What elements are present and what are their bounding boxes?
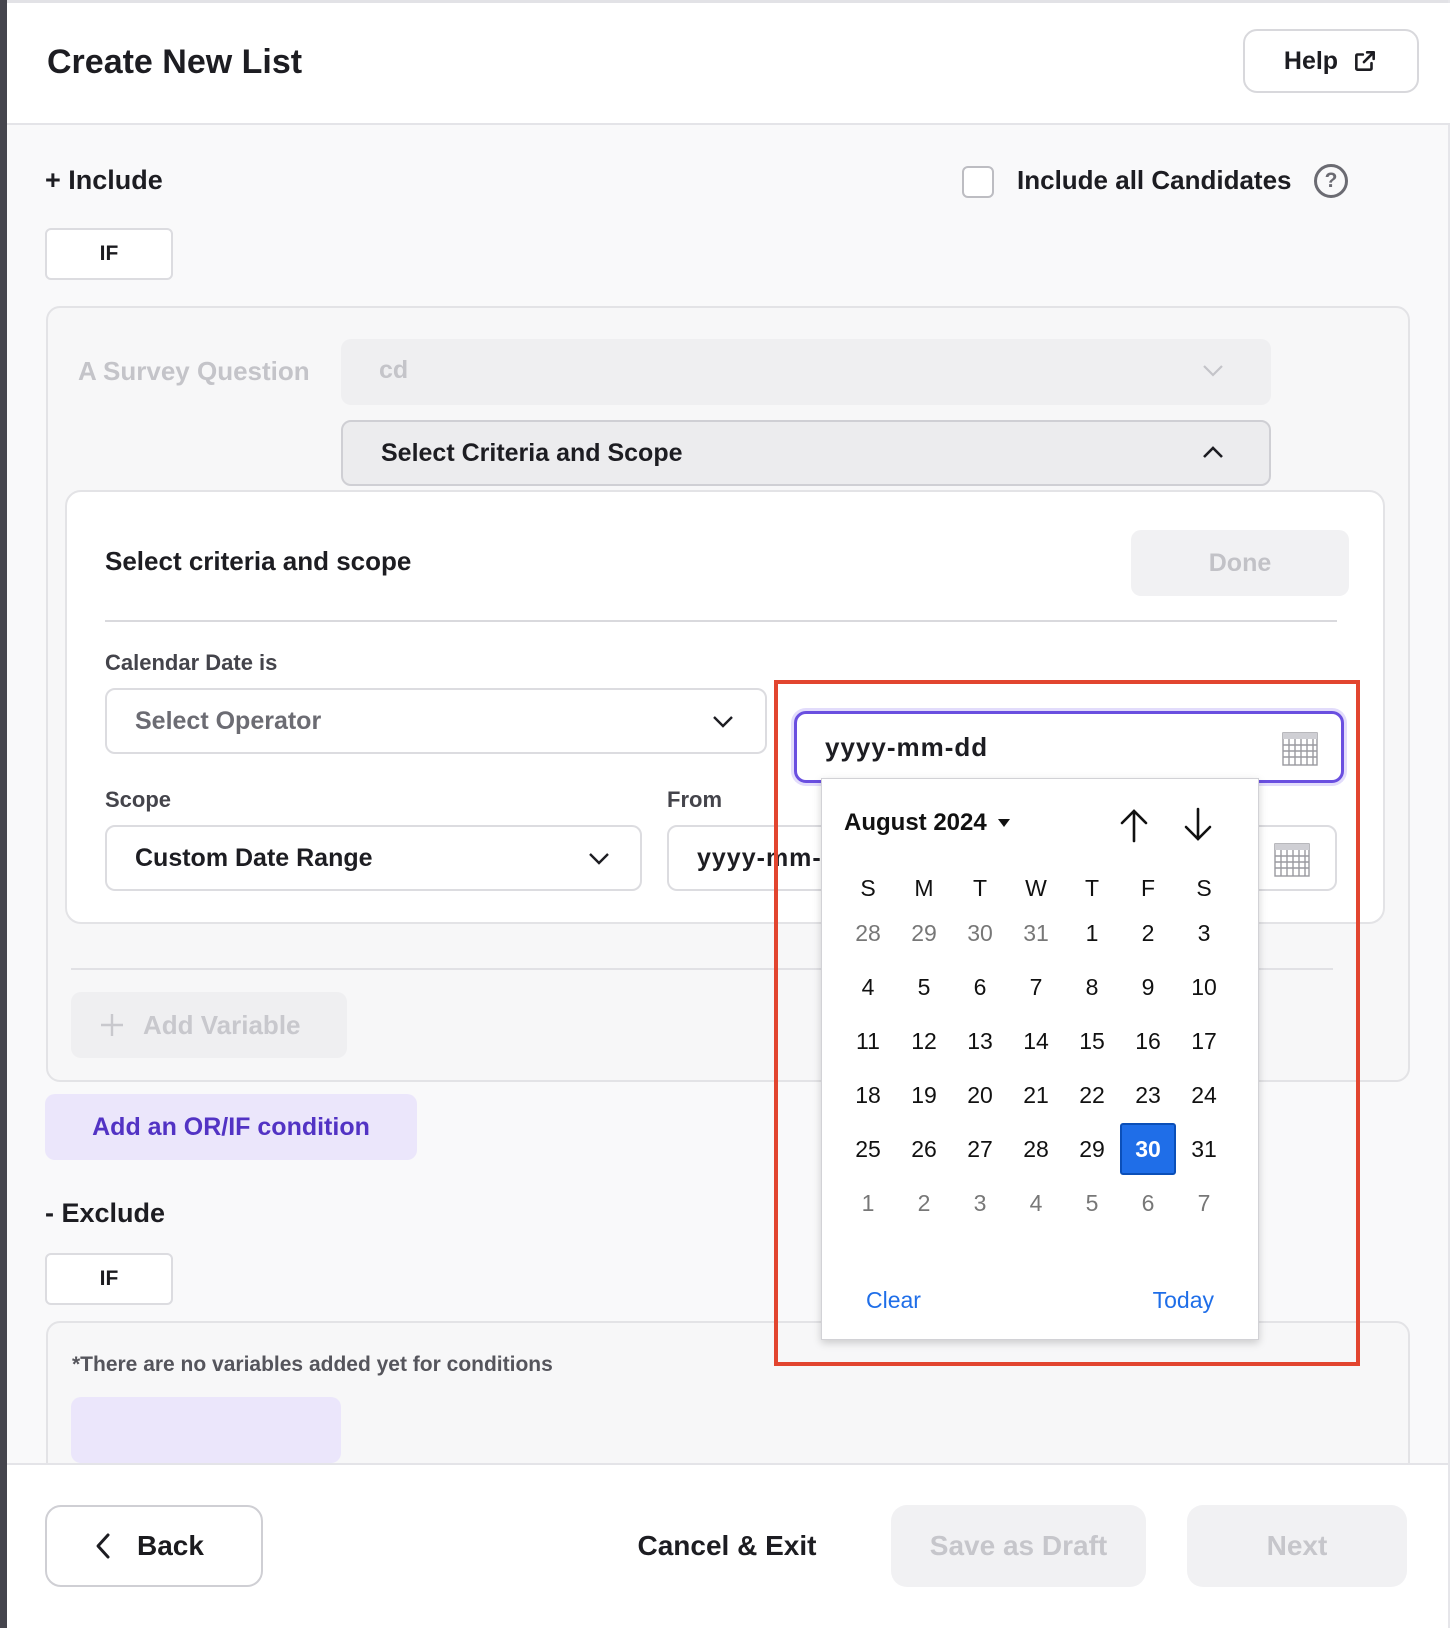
operator-placeholder: Select Operator (135, 707, 322, 735)
survey-question-select: cd (341, 339, 1271, 405)
back-button[interactable]: Back (45, 1505, 263, 1587)
scope-select[interactable]: Custom Date Range (105, 825, 642, 891)
add-or-if-condition-button[interactable]: Add an OR/IF condition (45, 1094, 417, 1160)
help-circle-icon[interactable]: ? (1314, 164, 1348, 198)
chevron-left-icon (96, 1533, 110, 1559)
survey-question-value: cd (379, 356, 409, 384)
criteria-scope-toggle-label: Select Criteria and Scope (381, 439, 683, 467)
criteria-title: Select criteria and scope (105, 546, 412, 576)
back-label: Back (137, 1530, 204, 1561)
cancel-exit-button[interactable]: Cancel & Exit (627, 1505, 827, 1587)
survey-question-label: A Survey Question (78, 356, 310, 386)
help-button[interactable]: Help (1243, 29, 1419, 93)
exclude-if-badge: IF (45, 1253, 173, 1305)
add-variable-label: Add Variable (143, 1009, 301, 1040)
criteria-scope-toggle[interactable]: Select Criteria and Scope (341, 420, 1271, 486)
chevron-down-icon (1203, 365, 1223, 377)
highlight-annotation (774, 680, 1360, 1366)
modal-footer: Back Cancel & Exit Save as Draft Next (7, 1463, 1448, 1630)
exclude-add-button[interactable] (71, 1397, 341, 1463)
done-button[interactable]: Done (1131, 530, 1349, 596)
calendar-date-label: Calendar Date is (105, 650, 278, 675)
chevron-down-icon (713, 716, 733, 728)
scope-value: Custom Date Range (135, 844, 373, 872)
plus-icon (101, 1014, 123, 1036)
modal-header: Create New List Help (7, 3, 1450, 125)
from-label: From (667, 787, 722, 812)
save-draft-button[interactable]: Save as Draft (891, 1505, 1146, 1587)
chevron-down-icon (589, 853, 609, 865)
chevron-up-icon (1203, 446, 1223, 458)
window-edge (0, 0, 7, 1628)
next-button[interactable]: Next (1187, 1505, 1407, 1587)
page-title: Create New List (47, 43, 303, 81)
external-link-icon (1355, 51, 1376, 71)
include-all-label: Include all Candidates (1017, 165, 1292, 195)
include-title: + Include (45, 165, 163, 195)
add-variable-button[interactable]: Add Variable (71, 992, 347, 1058)
operator-select[interactable]: Select Operator (105, 688, 767, 754)
exclude-title: - Exclude (45, 1198, 166, 1228)
exclude-empty-note: *There are no variables added yet for co… (72, 1353, 553, 1376)
divider (105, 620, 1337, 622)
include-if-badge: IF (45, 228, 173, 280)
help-label: Help (1283, 46, 1339, 75)
scope-label: Scope (105, 787, 172, 812)
include-all-checkbox[interactable] (962, 166, 994, 198)
